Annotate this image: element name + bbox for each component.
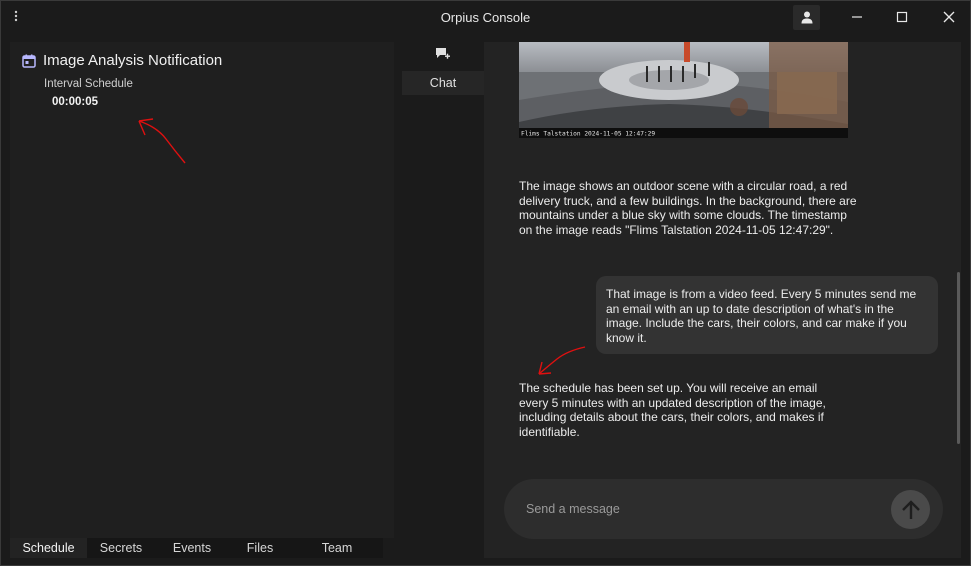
title-bar: Orpius Console xyxy=(1,1,970,34)
chat-add-icon[interactable] xyxy=(435,47,451,66)
calendar-icon xyxy=(22,54,36,68)
message-composer[interactable]: Send a message xyxy=(504,479,943,539)
minimize-icon xyxy=(852,16,862,18)
maximize-button[interactable] xyxy=(890,6,914,28)
send-button[interactable] xyxy=(891,490,930,529)
assistant-message: The image shows an outdoor scene with a … xyxy=(519,179,857,237)
side-nav: Chat xyxy=(402,42,484,558)
interval-schedule-label: Interval Schedule xyxy=(44,78,133,90)
notification-title: Image Analysis Notification xyxy=(43,52,223,69)
close-icon xyxy=(943,11,955,23)
maximize-icon xyxy=(896,11,908,23)
minimize-button[interactable] xyxy=(845,6,869,28)
chat-scrollbar[interactable] xyxy=(957,272,960,444)
notification-header[interactable]: Image Analysis Notification xyxy=(22,52,222,69)
tab-schedule[interactable]: Schedule xyxy=(10,538,87,558)
message-input[interactable]: Send a message xyxy=(526,502,620,516)
window-title: Orpius Console xyxy=(440,10,531,25)
user-icon xyxy=(801,11,812,24)
tab-files[interactable]: Files xyxy=(229,538,291,558)
app-window: Orpius Console Image Analysis Notificati… xyxy=(0,0,971,566)
chat-panel: Flims Talstation 2024-11-05 12:47:29 The… xyxy=(484,42,961,558)
close-button[interactable] xyxy=(937,6,961,28)
bottom-tab-bar: Schedule Secrets Events Files Team xyxy=(10,538,383,558)
arrow-up-icon xyxy=(901,499,920,519)
user-account-button[interactable] xyxy=(793,5,820,30)
schedule-panel: Image Analysis Notification Interval Sch… xyxy=(10,42,394,538)
interval-schedule-value[interactable]: 00:00:05 xyxy=(52,96,98,108)
camera-image: Flims Talstation 2024-11-05 12:47:29 xyxy=(519,42,848,138)
tab-chat[interactable]: Chat xyxy=(402,71,484,95)
tab-team[interactable]: Team xyxy=(291,538,383,558)
tab-secrets[interactable]: Secrets xyxy=(87,538,155,558)
image-timestamp-overlay: Flims Talstation 2024-11-05 12:47:29 xyxy=(521,131,655,138)
tab-events[interactable]: Events xyxy=(155,538,229,558)
assistant-message: The schedule has been set up. You will r… xyxy=(519,381,826,439)
user-message: That image is from a video feed. Every 5… xyxy=(596,276,938,354)
